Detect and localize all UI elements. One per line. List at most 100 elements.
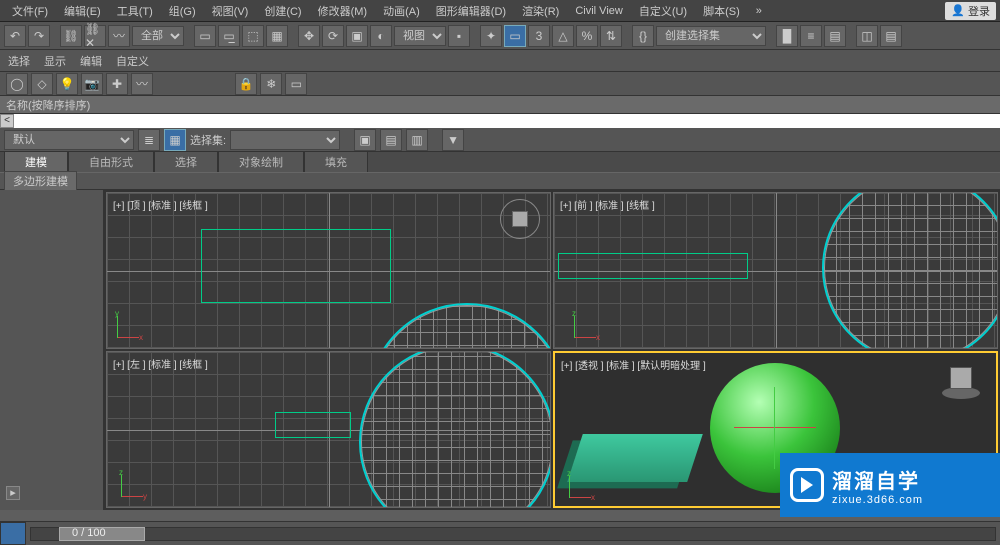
selection-filter[interactable]: 全部	[132, 26, 184, 46]
viewport-layout-icon[interactable]	[0, 522, 26, 545]
menu-file[interactable]: 文件(F)	[4, 3, 56, 19]
layer-explorer-icon[interactable]: ▦	[164, 129, 186, 151]
scale-button[interactable]: ▣	[346, 25, 368, 47]
custom-menu[interactable]: 自定义	[116, 53, 149, 69]
menu-bar: 文件(F) 编辑(E) 工具(T) 组(G) 视图(V) 创建(C) 修改器(M…	[0, 0, 1000, 22]
tab-populate[interactable]: 填充	[304, 151, 368, 172]
filter-space-icon[interactable]: 〰	[131, 73, 153, 95]
menu-script[interactable]: 脚本(S)	[695, 3, 748, 19]
freeze-toggle-icon[interactable]: ❄	[260, 73, 282, 95]
percent-snap-button[interactable]: %	[576, 25, 598, 47]
viewcube-top[interactable]	[500, 199, 540, 239]
expand-button[interactable]: ▸	[6, 486, 20, 500]
filter-icon[interactable]: ▼	[442, 129, 464, 151]
ref-coordsys[interactable]: 视图	[394, 26, 446, 46]
viewcube-persp[interactable]	[936, 361, 986, 405]
align-button[interactable]: ≡	[800, 25, 822, 47]
frame-readout: 0 / 100	[72, 527, 106, 539]
display-toggle-icon[interactable]: ▭	[285, 73, 307, 95]
menu-render[interactable]: 渲染(R)	[514, 3, 567, 19]
menu-view[interactable]: 视图(V)	[204, 3, 257, 19]
user-icon: 👤	[951, 4, 965, 17]
name-sort-header[interactable]: 名称(按降序排序)	[0, 96, 1000, 114]
watermark-title: 溜溜自学	[832, 465, 923, 494]
menu-group[interactable]: 组(G)	[161, 3, 204, 19]
layers-button[interactable]: ▤	[824, 25, 846, 47]
viewport-top[interactable]: [+] [顶 ] [标准 ] [线框 ] xy	[106, 192, 551, 349]
menu-grapheditor[interactable]: 图形编辑器(D)	[428, 3, 514, 19]
filter-helper-icon[interactable]: ✚	[106, 73, 128, 95]
display-menu[interactable]: 显示	[44, 53, 66, 69]
use-pivot-button[interactable]: ▪	[448, 25, 470, 47]
menu-custom[interactable]: 自定义(U)	[631, 3, 695, 19]
play-logo-icon	[790, 468, 824, 502]
edit-menu[interactable]: 编辑	[80, 53, 102, 69]
default-layout-select[interactable]: 默认	[4, 130, 134, 150]
time-slider[interactable]	[30, 527, 996, 541]
sel-menu[interactable]: 选择	[8, 53, 30, 69]
tab-freeform[interactable]: 自由形式	[68, 151, 154, 172]
tab-modeling[interactable]: 建模	[4, 151, 68, 172]
filter-cam-icon[interactable]: 📷	[81, 73, 103, 95]
box-object-top[interactable]	[201, 229, 391, 303]
keyboard-shortcut-toggle[interactable]: ▭	[504, 25, 526, 47]
sphere-object-left[interactable]	[359, 351, 551, 508]
tab-select[interactable]: 选择	[154, 151, 218, 172]
select-region-button[interactable]: ⬚	[242, 25, 264, 47]
axis-gizmo-front: xz	[574, 308, 604, 338]
filter-geom-icon[interactable]: ◯	[6, 73, 28, 95]
menu-modifier[interactable]: 修改器(M)	[310, 3, 376, 19]
manipulate-button[interactable]: ✦	[480, 25, 502, 47]
ribbon-tabs: 建模 自由形式 选择 对象绘制 填充	[0, 152, 1000, 172]
menu-overflow-icon[interactable]: »	[748, 5, 770, 17]
menu-edit[interactable]: 编辑(E)	[56, 3, 109, 19]
select-object-button[interactable]: ▭	[194, 25, 216, 47]
timeline-left-icons	[0, 522, 26, 545]
box-object-front[interactable]	[558, 253, 748, 279]
box-object-left[interactable]	[275, 412, 351, 438]
viewport-left[interactable]: [+] [左 ] [标准 ] [线框 ] yz	[106, 351, 551, 508]
unlink-button[interactable]: ⛓✕	[84, 25, 106, 47]
filter-light-icon[interactable]: 💡	[56, 73, 78, 95]
sphere-object-front[interactable]	[822, 192, 998, 349]
search-back-icon[interactable]: <	[0, 114, 14, 128]
menu-tools[interactable]: 工具(T)	[109, 3, 161, 19]
lock-toggle-icon[interactable]: 🔒	[235, 73, 257, 95]
subtab-polymodel[interactable]: 多边形建模	[4, 171, 77, 191]
select-by-name-button[interactable]: ▭̲	[218, 25, 240, 47]
mirror-button[interactable]: ▐▌	[776, 25, 798, 47]
redo-button[interactable]: ↷	[28, 25, 50, 47]
layer-icon[interactable]: ≣	[138, 129, 160, 151]
search-input[interactable]	[14, 114, 1000, 128]
vp-persp-label: [+] [透视 ] [标准 ] [默认明暗处理 ]	[561, 357, 706, 372]
snap-toggle-button[interactable]: 3	[528, 25, 550, 47]
menu-anim[interactable]: 动画(A)	[375, 3, 428, 19]
menu-civilview[interactable]: Civil View	[567, 5, 630, 17]
login-button[interactable]: 👤 登录	[945, 2, 996, 20]
schematic-view-button[interactable]: ▤	[880, 25, 902, 47]
angle-snap-button[interactable]: △	[552, 25, 574, 47]
undo-button[interactable]: ↶	[4, 25, 26, 47]
scene-explorer-search: <	[0, 114, 1000, 128]
filter-shape-icon[interactable]: ◇	[31, 73, 53, 95]
viewport-front[interactable]: [+] [前 ] [标准 ] [线框 ] xz	[553, 192, 998, 349]
move-button[interactable]: ✥	[298, 25, 320, 47]
place-button[interactable]: ◐	[370, 25, 392, 47]
edit-named-sel-button[interactable]: {}	[632, 25, 654, 47]
named-sel-set[interactable]: 创建选择集	[656, 26, 766, 46]
tab-objectpaint[interactable]: 对象绘制	[218, 151, 304, 172]
menu-create[interactable]: 创建(C)	[256, 3, 309, 19]
window-crossing-button[interactable]: ▦	[266, 25, 288, 47]
link-button[interactable]: ⛓	[60, 25, 82, 47]
curve-editor-button[interactable]: ◫	[856, 25, 878, 47]
vp-top-label: [+] [顶 ] [标准 ] [线框 ]	[113, 197, 208, 212]
spinner-snap-button[interactable]: ⇅	[600, 25, 622, 47]
rotate-button[interactable]: ⟳	[322, 25, 344, 47]
add-to-sel-button[interactable]: ▥	[406, 129, 428, 151]
vp-left-label: [+] [左 ] [标准 ] [线框 ]	[113, 356, 208, 371]
watermark-url: zixue.3d66.com	[832, 494, 923, 506]
isolate-sel-button[interactable]: ▣	[354, 129, 376, 151]
create-sel-button[interactable]: ▤	[380, 129, 402, 151]
selset-dropdown[interactable]	[230, 130, 340, 150]
bind-button[interactable]: 〰	[108, 25, 130, 47]
